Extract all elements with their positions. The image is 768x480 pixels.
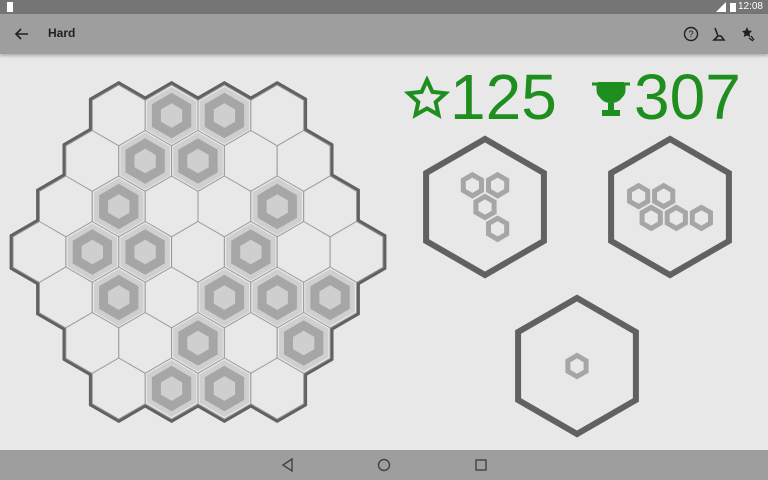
- clock: 12:08: [737, 1, 763, 12]
- piece-tray-frame: [423, 135, 547, 279]
- current-score-value: 125: [450, 61, 557, 133]
- arrow-back-icon[interactable]: [12, 24, 32, 44]
- navigation-bar: [0, 450, 768, 480]
- trophy-icon: [592, 82, 630, 117]
- signal-icon: [716, 2, 726, 12]
- svg-text:?: ?: [688, 29, 693, 39]
- piece-cell: [460, 171, 484, 199]
- piece-tray-frame: [515, 294, 639, 438]
- current-score: 125: [403, 61, 557, 133]
- piece-cell: [473, 193, 497, 221]
- hint-icon[interactable]: [709, 24, 729, 44]
- leaderboard-icon[interactable]: [738, 24, 758, 44]
- piece-tray-1[interactable]: [423, 135, 547, 279]
- best-score-value: 307: [634, 61, 741, 133]
- piece-tray-3[interactable]: [515, 294, 639, 438]
- nav-recents-icon[interactable]: [473, 457, 489, 473]
- best-score: 307: [588, 62, 741, 132]
- page-title: Hard: [48, 26, 76, 40]
- battery-icon: [730, 3, 736, 12]
- help-icon[interactable]: ?: [681, 24, 701, 44]
- piece-cell: [664, 204, 688, 232]
- piece-tray-2[interactable]: [608, 135, 732, 279]
- piece-cell: [565, 352, 589, 380]
- piece-cell: [689, 204, 713, 232]
- piece-cell: [627, 182, 651, 210]
- piece-cell: [486, 171, 510, 199]
- nav-home-icon[interactable]: [376, 457, 392, 473]
- sd-card-icon: [7, 2, 13, 12]
- toolbar: Hard ?: [0, 14, 768, 54]
- piece-cell: [652, 182, 676, 210]
- piece-cell: [486, 215, 510, 243]
- star-outline-icon: [403, 75, 451, 119]
- piece-cell: [639, 204, 663, 232]
- nav-back-icon[interactable]: [280, 457, 296, 473]
- piece-tray-frame: [608, 135, 732, 279]
- status-bar: 12:08: [0, 0, 768, 14]
